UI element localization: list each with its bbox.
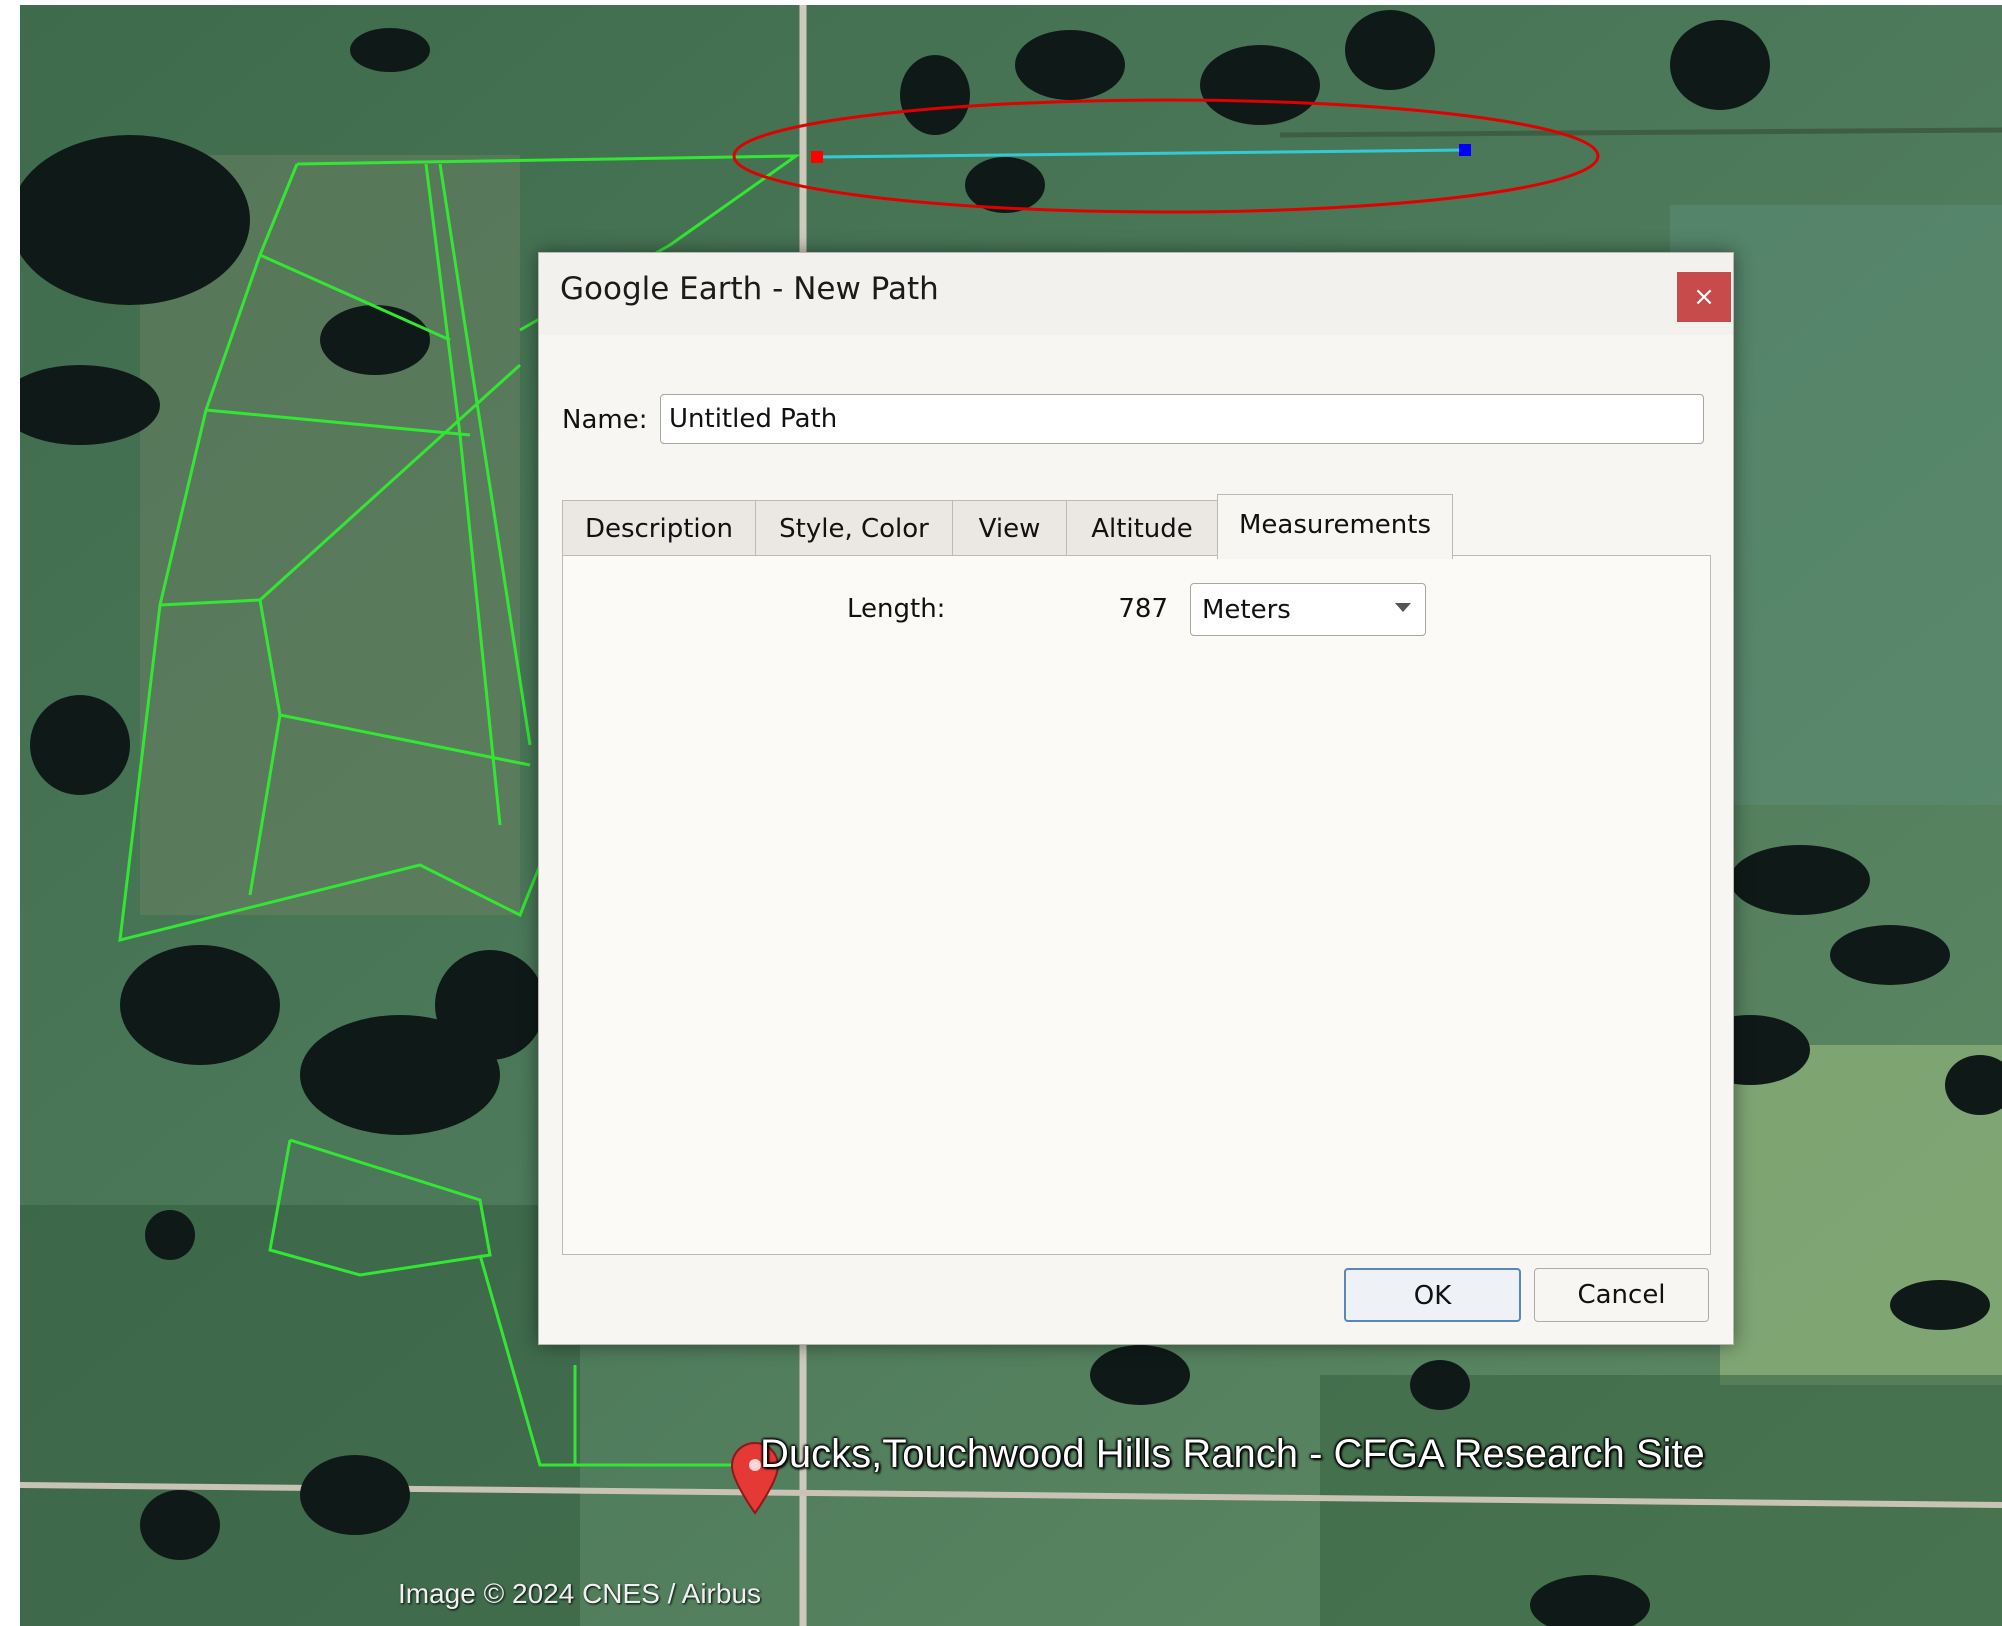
new-path-dialog: Google Earth - New Path × Name: Descript… bbox=[538, 252, 1734, 1345]
screen: Ducks,Touchwood Hills Ranch - CFGA Resea… bbox=[0, 0, 2002, 1626]
ok-button[interactable]: OK bbox=[1344, 1268, 1521, 1322]
imagery-attribution: Image © 2024 CNES / Airbus bbox=[398, 1578, 762, 1609]
name-input[interactable] bbox=[660, 394, 1704, 444]
tab-style-color[interactable]: Style, Color bbox=[755, 500, 953, 556]
placemark-label[interactable]: Ducks,Touchwood Hills Ranch - CFGA Resea… bbox=[760, 1432, 1705, 1477]
close-button[interactable]: × bbox=[1677, 272, 1731, 322]
tab-altitude[interactable]: Altitude bbox=[1066, 500, 1218, 556]
tab-description[interactable]: Description bbox=[562, 500, 756, 556]
length-unit-select[interactable]: Meters bbox=[1190, 583, 1426, 636]
name-label: Name: bbox=[562, 405, 648, 435]
tab-view[interactable]: View bbox=[952, 500, 1067, 556]
path-end-point[interactable] bbox=[1459, 144, 1471, 156]
length-value: 787 bbox=[1118, 594, 1168, 624]
tab-measurements[interactable]: Measurements bbox=[1217, 494, 1453, 559]
length-unit-selected: Meters bbox=[1202, 595, 1291, 625]
path-start-point[interactable] bbox=[811, 151, 823, 163]
field-patch bbox=[20, 1205, 580, 1626]
dialog-title: Google Earth - New Path bbox=[560, 271, 939, 307]
chevron-down-icon bbox=[1395, 603, 1411, 612]
close-icon: × bbox=[1693, 282, 1715, 312]
cancel-button[interactable]: Cancel bbox=[1534, 1268, 1709, 1322]
dialog-title-bar[interactable]: Google Earth - New Path × bbox=[539, 253, 1733, 335]
length-label: Length: bbox=[847, 594, 946, 624]
measurements-panel: Length: 787 Meters bbox=[562, 555, 1711, 1255]
